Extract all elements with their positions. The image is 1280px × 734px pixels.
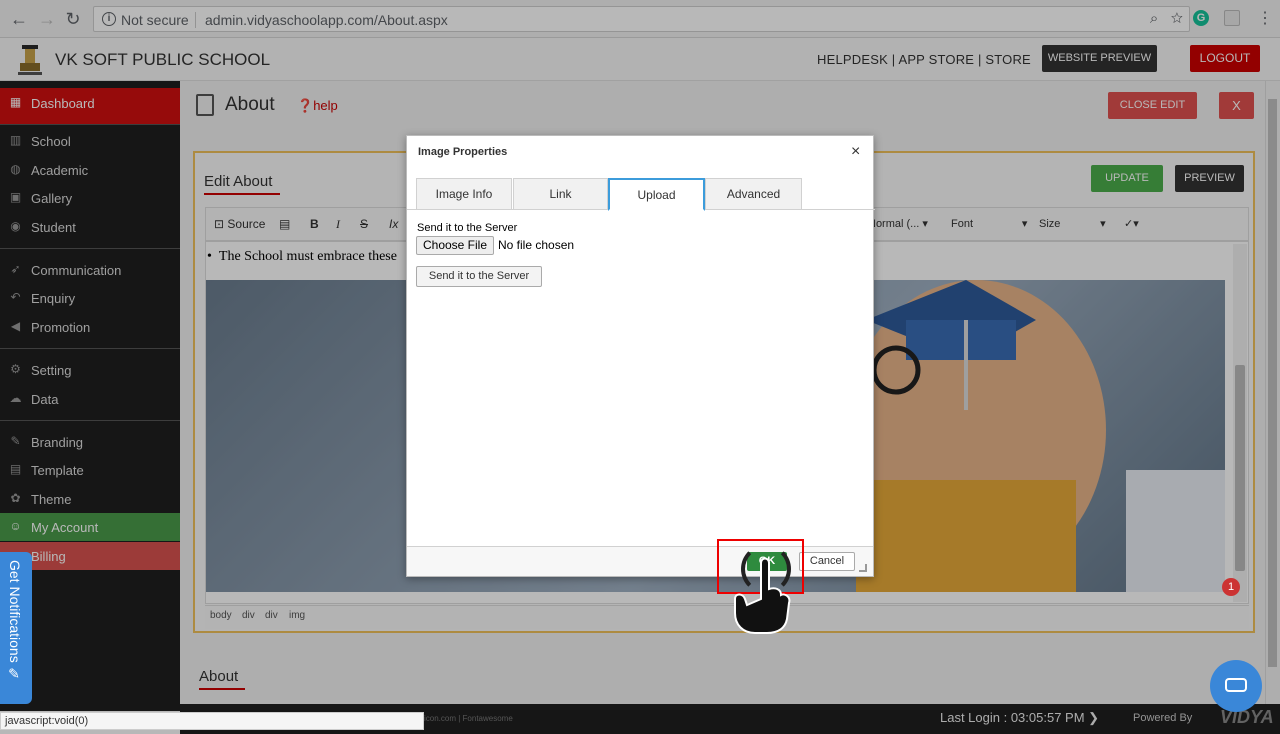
tab-advanced[interactable]: Advanced (705, 178, 802, 210)
send-to-server-button[interactable]: Send it to the Server (416, 266, 542, 287)
get-notifications-label: Get Notifications ✎ (7, 560, 23, 683)
tab-upload[interactable]: Upload (608, 178, 705, 211)
close-icon[interactable]: × (851, 144, 860, 160)
edit-icon: ✎ (7, 666, 23, 683)
choose-file-button[interactable]: Choose File (416, 236, 494, 255)
notifications-text: Get Notifications (7, 560, 23, 663)
image-properties-dialog: Image Properties × Image Info Link Uploa… (406, 135, 875, 577)
resize-grip-icon[interactable] (859, 564, 867, 572)
cancel-button[interactable]: Cancel (799, 552, 855, 571)
tab-link[interactable]: Link (513, 178, 608, 210)
tab-image-info[interactable]: Image Info (416, 178, 512, 210)
dialog-title: Image Properties (418, 146, 508, 158)
pointer-hand-icon (734, 557, 791, 634)
upload-label: Send it to the Server (417, 222, 518, 234)
browser-status-bar: javascript:void(0) (0, 712, 424, 730)
file-status: No file chosen (498, 238, 575, 252)
notification-badge[interactable]: 1 (1222, 578, 1240, 596)
chat-icon (1225, 678, 1247, 692)
